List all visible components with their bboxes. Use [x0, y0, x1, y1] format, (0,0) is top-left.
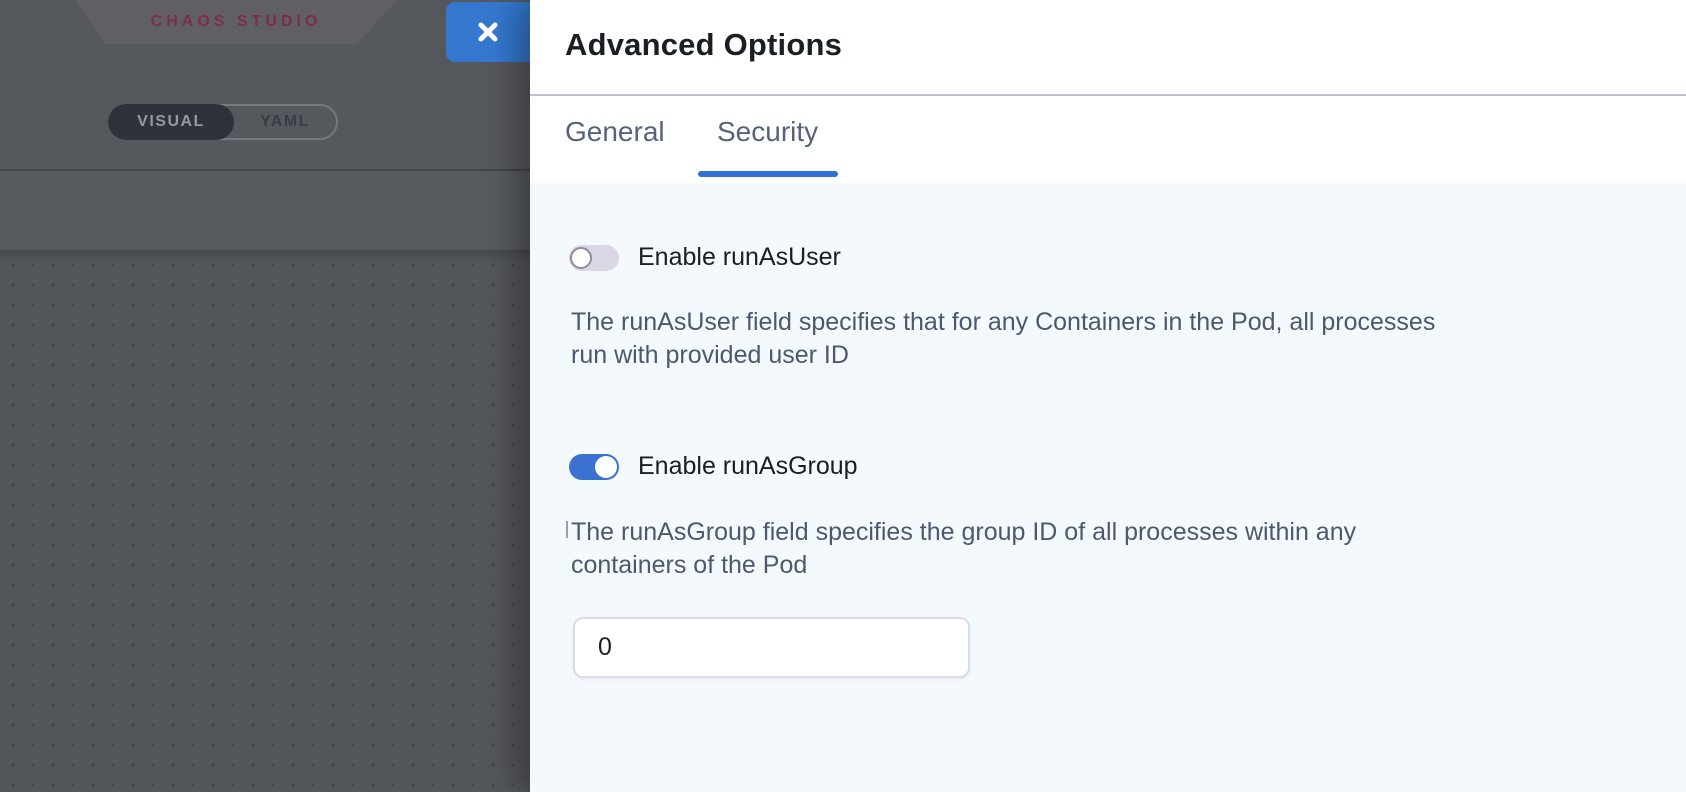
advanced-options-drawer: Advanced Options General Security Enable…: [530, 0, 1686, 792]
close-icon: [475, 19, 501, 45]
canvas-toolbar-band: [0, 173, 530, 250]
studio-banner: CHAOS STUDIO: [75, 0, 397, 44]
tab-security[interactable]: Security: [717, 116, 818, 148]
visual-segment[interactable]: VISUAL: [108, 104, 234, 140]
enable-runasgroup-toggle[interactable]: [569, 454, 619, 480]
dotted-canvas-grid: [0, 250, 530, 792]
drawer-tabbar: General Security: [530, 96, 1686, 183]
runasgroup-value-input[interactable]: [573, 617, 970, 678]
visual-yaml-toggle[interactable]: VISUAL YAML: [108, 104, 338, 140]
chaos-studio-canvas: CHAOS STUDIO VISUAL YAML: [0, 0, 530, 792]
close-drawer-button[interactable]: [446, 2, 530, 62]
runasuser-description: The runAsUser field specifies that for a…: [571, 306, 1451, 372]
runasgroup-description: The runAsGroup field specifies the group…: [571, 516, 1421, 582]
yaml-segment[interactable]: YAML: [234, 106, 336, 138]
text-cursor: [566, 521, 568, 538]
toggle-knob: [595, 456, 617, 478]
drawer-title: Advanced Options: [565, 27, 842, 63]
enable-runasuser-label: Enable runAsUser: [638, 243, 841, 272]
security-tab-panel: Enable runAsUser The runAsUser field spe…: [530, 183, 1686, 792]
enable-runasuser-toggle[interactable]: [569, 245, 619, 271]
tab-general[interactable]: General: [565, 116, 665, 148]
studio-banner-title: CHAOS STUDIO: [151, 13, 322, 31]
active-tab-underline: [698, 171, 838, 177]
toggle-knob: [570, 247, 592, 269]
enable-runasgroup-label: Enable runAsGroup: [638, 452, 858, 481]
